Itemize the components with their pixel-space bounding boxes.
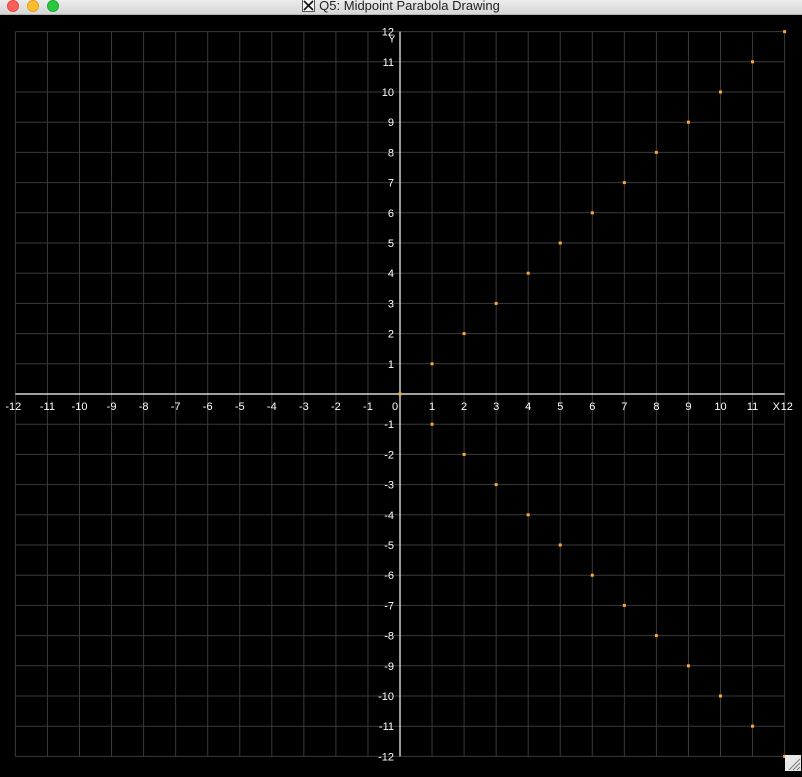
data-point [526, 271, 530, 275]
data-point [462, 452, 466, 456]
data-point [686, 120, 690, 124]
x-tick-label: 11 [747, 401, 758, 413]
parabola-plot: -12 -11 -10 -9 -8 -7 -6 -5 -4 -3 -2 -1 0 1 2 3 4 5 6 7 8 9 10 1… [0, 15, 802, 772]
data-point [462, 332, 466, 336]
x-tick-label: -11 [40, 401, 55, 413]
window-title-group: Q5: Midpoint Parabola Drawing [0, 0, 802, 13]
resize-grip-icon[interactable] [785, 755, 801, 771]
x-axis-label: X [773, 401, 781, 413]
x-tick-label: -6 [203, 401, 213, 413]
data-point [430, 362, 434, 366]
x-tick-label: -10 [72, 401, 88, 413]
x-tick-label: 8 [653, 401, 659, 413]
x-tick-label: 12 [781, 401, 793, 413]
x-tick-label: 7 [621, 401, 627, 413]
data-point [622, 181, 626, 185]
x-tick-label: -8 [139, 401, 149, 413]
y-tick-label: 8 [388, 147, 394, 159]
x-tick-label: 4 [525, 401, 531, 413]
x-tick-label: 6 [589, 401, 595, 413]
y-tick-label: -8 [384, 631, 394, 643]
x-tick-label: 3 [493, 401, 499, 413]
y-tick-label: -9 [384, 661, 394, 673]
window-title: Q5: Midpoint Parabola Drawing [319, 0, 500, 13]
y-tick-label: -7 [384, 600, 394, 612]
data-point [719, 90, 722, 94]
y-tick-label: 9 [388, 117, 394, 129]
data-point [398, 392, 402, 396]
x-tick-label: -4 [267, 401, 277, 413]
y-tick-label: 6 [388, 208, 394, 220]
data-point [494, 483, 498, 487]
data-point [686, 664, 690, 668]
data-point [654, 150, 658, 154]
data-point [590, 211, 594, 215]
x-tick-label: 2 [461, 401, 467, 413]
y-tick-label: 4 [388, 268, 394, 280]
data-point [783, 30, 787, 34]
y-tick-label: -11 [379, 721, 394, 733]
data-point [654, 634, 658, 638]
x-tick-label: 10 [714, 401, 726, 413]
app-window: Q5: Midpoint Parabola Drawing -12 -11 -10-… [0, 0, 802, 772]
title-bar[interactable]: Q5: Midpoint Parabola Drawing [0, 0, 802, 15]
x-tick-label: -5 [235, 401, 245, 413]
y-tick-label: -12 [378, 751, 394, 763]
y-tick-label: 7 [388, 178, 394, 190]
x-tick-label: 9 [685, 401, 691, 413]
y-tick-label: 11 [383, 57, 394, 69]
data-point [494, 301, 498, 305]
y-tick-label: 5 [388, 238, 394, 250]
y-tick-label: 10 [382, 87, 394, 99]
x-tick-label: 0 [392, 401, 398, 413]
x-tick-label: 1 [429, 401, 435, 413]
data-point [526, 513, 530, 517]
data-point [430, 422, 434, 426]
x-tick-label: -9 [107, 401, 117, 413]
data-point [751, 724, 755, 728]
data-point [719, 694, 722, 698]
x-tick-label: -7 [171, 401, 181, 413]
x-tick-label: -3 [299, 401, 309, 413]
data-point [558, 241, 562, 245]
y-tick-label: -4 [384, 510, 394, 522]
y-axis-label: Y [389, 35, 396, 46]
y-tick-label: -2 [384, 449, 394, 461]
y-tick-label: -1 [384, 419, 394, 431]
x-tick-label: -12 [5, 401, 21, 413]
y-tick-label: 1 [388, 359, 394, 371]
x-tick-label: -2 [331, 401, 341, 413]
y-tick-label: -6 [384, 570, 394, 582]
y-tick-label: -5 [384, 540, 394, 552]
y-tick-label: -10 [378, 691, 394, 703]
drawing-canvas[interactable]: -12 -11 -10 -9 -8 -7 -6 -5 -4 -3 -2 -1 0 1 2 3 4 5 6 7 8 9 10 1… [0, 15, 802, 772]
x11-icon [302, 0, 316, 12]
x-tick-label: -1 [363, 401, 373, 413]
x-tick-label: 5 [557, 401, 563, 413]
data-point [558, 543, 562, 547]
data-point [590, 573, 594, 577]
y-tick-label: 3 [388, 298, 394, 310]
data-point [751, 60, 755, 64]
y-tick-label: -3 [384, 480, 394, 492]
data-point [622, 603, 626, 607]
y-tick-label: 2 [388, 329, 394, 341]
